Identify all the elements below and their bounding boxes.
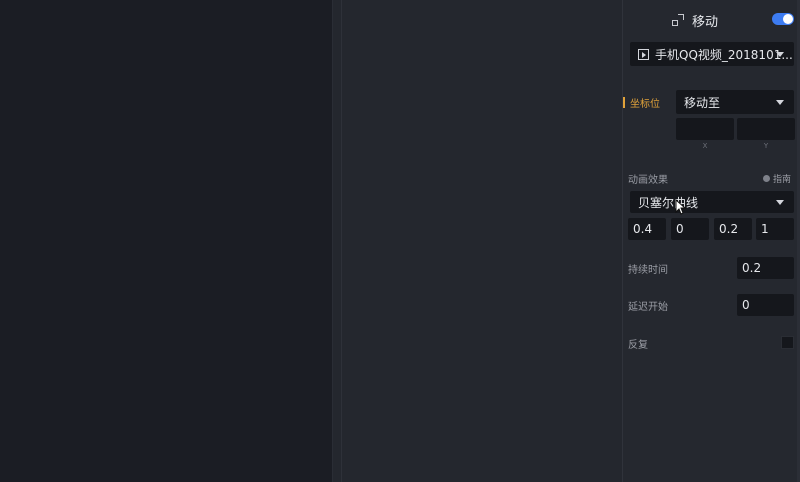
- video-icon: [638, 48, 649, 60]
- x-caption: X: [702, 142, 708, 150]
- coordinate-mode-dropdown[interactable]: 移动至: [676, 90, 794, 114]
- animation-effect-label: 动画效果: [628, 175, 668, 186]
- panel-header: 移动: [672, 10, 718, 30]
- delay-label: 延迟开始: [628, 302, 668, 313]
- coordinate-label: 坐标位: [623, 95, 660, 110]
- guide-link[interactable]: 指南: [763, 172, 791, 185]
- chevron-down-icon: [776, 100, 784, 105]
- delay-input[interactable]: 0: [737, 294, 794, 316]
- bezier-p2-input[interactable]: 0: [671, 218, 709, 240]
- bezier-p4-input[interactable]: 1: [756, 218, 794, 240]
- toggle-knob: [783, 14, 793, 24]
- active-marker: [623, 97, 625, 108]
- mouse-cursor-icon: [675, 199, 687, 215]
- video-selector-dropdown[interactable]: 手机QQ视频_2018101...: [630, 42, 794, 66]
- coordinate-mode-label: 移动至: [684, 95, 721, 110]
- guide-label: 指南: [773, 175, 792, 185]
- preview-canvas[interactable]: [0, 0, 332, 482]
- properties-panel: [622, 0, 800, 482]
- y-caption: Y: [763, 142, 769, 150]
- help-icon: [763, 175, 770, 182]
- bezier-p3-input[interactable]: 0.2: [714, 218, 752, 240]
- chevron-down-icon: [776, 52, 784, 57]
- chevron-down-icon: [776, 200, 784, 205]
- x-coordinate-input[interactable]: [676, 118, 734, 140]
- easing-dropdown[interactable]: 贝塞尔曲线: [630, 191, 794, 213]
- y-coordinate-input[interactable]: [737, 118, 795, 140]
- easing-label: 贝塞尔曲线: [638, 195, 699, 210]
- panel-title: 移动: [692, 14, 719, 30]
- repeat-checkbox[interactable]: [781, 336, 794, 349]
- duration-input[interactable]: 0.2: [737, 257, 794, 279]
- move-icon: [672, 14, 684, 26]
- repeat-label: 反复: [628, 340, 648, 351]
- video-selector-label: 手机QQ视频_2018101...: [655, 47, 793, 62]
- duration-label: 持续时间: [628, 265, 668, 276]
- panel-divider: [341, 0, 342, 482]
- bezier-p1-input[interactable]: 0.4: [628, 218, 666, 240]
- enable-toggle[interactable]: [772, 13, 794, 25]
- timeline-panel: [332, 0, 622, 482]
- coordinate-label-text: 坐标位: [630, 99, 660, 110]
